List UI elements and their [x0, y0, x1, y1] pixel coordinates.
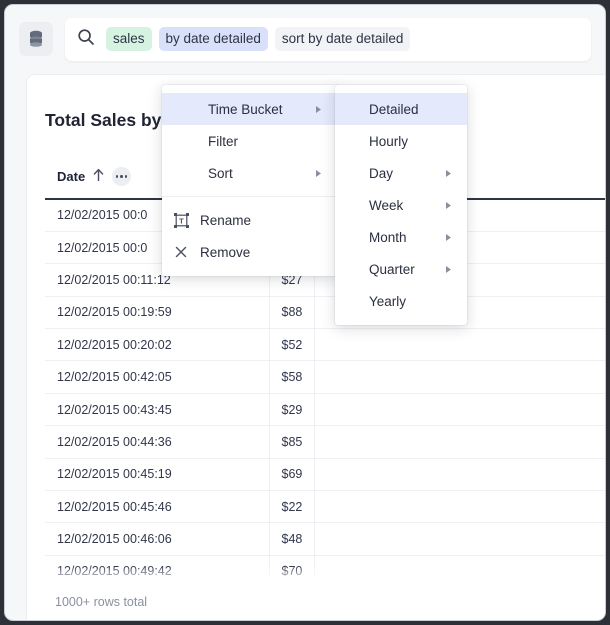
menu-item-label: Filter — [174, 134, 315, 149]
chevron-right-icon — [445, 265, 455, 274]
search-icon — [77, 28, 95, 51]
text-box-icon: T — [174, 213, 200, 228]
close-x-icon — [174, 245, 200, 259]
menu-item-filter[interactable]: Filter — [162, 125, 339, 157]
arrow-up-icon[interactable] — [93, 168, 104, 185]
cell-extra — [314, 426, 606, 458]
submenu-item-quarter[interactable]: Quarter — [335, 253, 467, 285]
cell-amount: $69 — [269, 458, 314, 490]
submenu-item-hourly[interactable]: Hourly — [335, 125, 467, 157]
menu-item-rename[interactable]: T Rename — [162, 204, 339, 236]
cell-amount: $22 — [269, 491, 314, 523]
table-row[interactable]: 12/02/2015 00:46:06 $48 — [45, 523, 606, 555]
ellipsis-icon[interactable] — [112, 167, 131, 186]
submenu-item-month[interactable]: Month — [335, 221, 467, 253]
menu-item-remove[interactable]: Remove — [162, 236, 339, 268]
menu-item-label: Time Bucket — [174, 102, 315, 117]
cell-date: 12/02/2015 00:20:02 — [45, 329, 269, 361]
cell-extra — [314, 329, 606, 361]
menu-item-label: Sort — [174, 166, 315, 181]
page-title: Total Sales by — [45, 110, 161, 131]
chevron-right-icon — [445, 201, 455, 210]
cell-extra — [314, 491, 606, 523]
cell-amount: $58 — [269, 361, 314, 393]
submenu-item-day[interactable]: Day — [335, 157, 467, 189]
cell-amount: $52 — [269, 329, 314, 361]
search-input[interactable]: sales by date detailed sort by date deta… — [65, 18, 591, 61]
cell-date: 12/02/2015 00:19:59 — [45, 296, 269, 328]
table-row[interactable]: 12/02/2015 00:20:02 $52 — [45, 329, 606, 361]
menu-item-sort[interactable]: Sort — [162, 157, 339, 189]
top-search-bar: sales by date detailed sort by date deta… — [5, 5, 606, 73]
cell-date: 12/02/2015 00:44:36 — [45, 426, 269, 458]
column-context-menu: Time Bucket Filter Sort — [162, 85, 339, 276]
cell-date: 12/02/2015 00:43:45 — [45, 393, 269, 425]
menu-item-label: Rename — [200, 213, 327, 228]
cell-amount: $29 — [269, 393, 314, 425]
menu-item-label: Detailed — [347, 102, 445, 117]
chevron-right-icon — [315, 169, 325, 178]
menu-item-label: Week — [347, 198, 445, 213]
chevron-right-icon — [445, 169, 455, 178]
cell-amount: $88 — [269, 296, 314, 328]
menu-item-label: Day — [347, 166, 445, 181]
chevron-right-icon — [445, 233, 455, 242]
database-icon — [28, 30, 44, 48]
search-token-sort-by-date-detailed[interactable]: sort by date detailed — [275, 27, 411, 51]
table-row[interactable]: 12/02/2015 00:42:05 $58 — [45, 361, 606, 393]
submenu-item-detailed[interactable]: Detailed — [335, 93, 467, 125]
menu-item-label: Remove — [200, 245, 327, 260]
menu-divider — [162, 196, 339, 197]
app-window: sales by date detailed sort by date deta… — [4, 4, 606, 621]
cell-date: 12/02/2015 00:42:05 — [45, 361, 269, 393]
time-bucket-submenu: Detailed Hourly Day Week Month Quarte — [335, 85, 467, 325]
table-row[interactable]: 12/02/2015 00:44:36 $85 — [45, 426, 606, 458]
cell-extra — [314, 393, 606, 425]
cell-date: 12/02/2015 00:45:46 — [45, 491, 269, 523]
column-header-label: Date — [57, 169, 85, 184]
database-button[interactable] — [19, 22, 53, 56]
cell-extra — [314, 523, 606, 555]
table-row[interactable]: 12/02/2015 00:19:59 $88 — [45, 296, 606, 328]
menu-item-time-bucket[interactable]: Time Bucket — [162, 93, 339, 125]
svg-text:T: T — [179, 216, 184, 225]
cell-amount: $85 — [269, 426, 314, 458]
menu-item-label: Month — [347, 230, 445, 245]
chevron-right-icon — [315, 105, 325, 114]
cell-extra — [314, 458, 606, 490]
menu-item-label: Yearly — [347, 294, 445, 309]
cell-extra — [314, 361, 606, 393]
cell-date: 12/02/2015 00:45:19 — [45, 458, 269, 490]
search-token-sales[interactable]: sales — [106, 27, 152, 51]
search-token-by-date-detailed[interactable]: by date detailed — [159, 27, 268, 51]
menu-item-label: Hourly — [347, 134, 445, 149]
cell-date: 12/02/2015 00:46:06 — [45, 523, 269, 555]
submenu-item-week[interactable]: Week — [335, 189, 467, 221]
menu-item-label: Quarter — [347, 262, 445, 277]
submenu-item-yearly[interactable]: Yearly — [335, 285, 467, 317]
table-row[interactable]: 12/02/2015 00:45:46 $22 — [45, 491, 606, 523]
cell-amount: $48 — [269, 523, 314, 555]
table-row[interactable]: 12/02/2015 00:43:45 $29 — [45, 393, 606, 425]
row-count-label: 1000+ rows total — [27, 582, 606, 621]
table-row[interactable]: 12/02/2015 00:45:19 $69 — [45, 458, 606, 490]
